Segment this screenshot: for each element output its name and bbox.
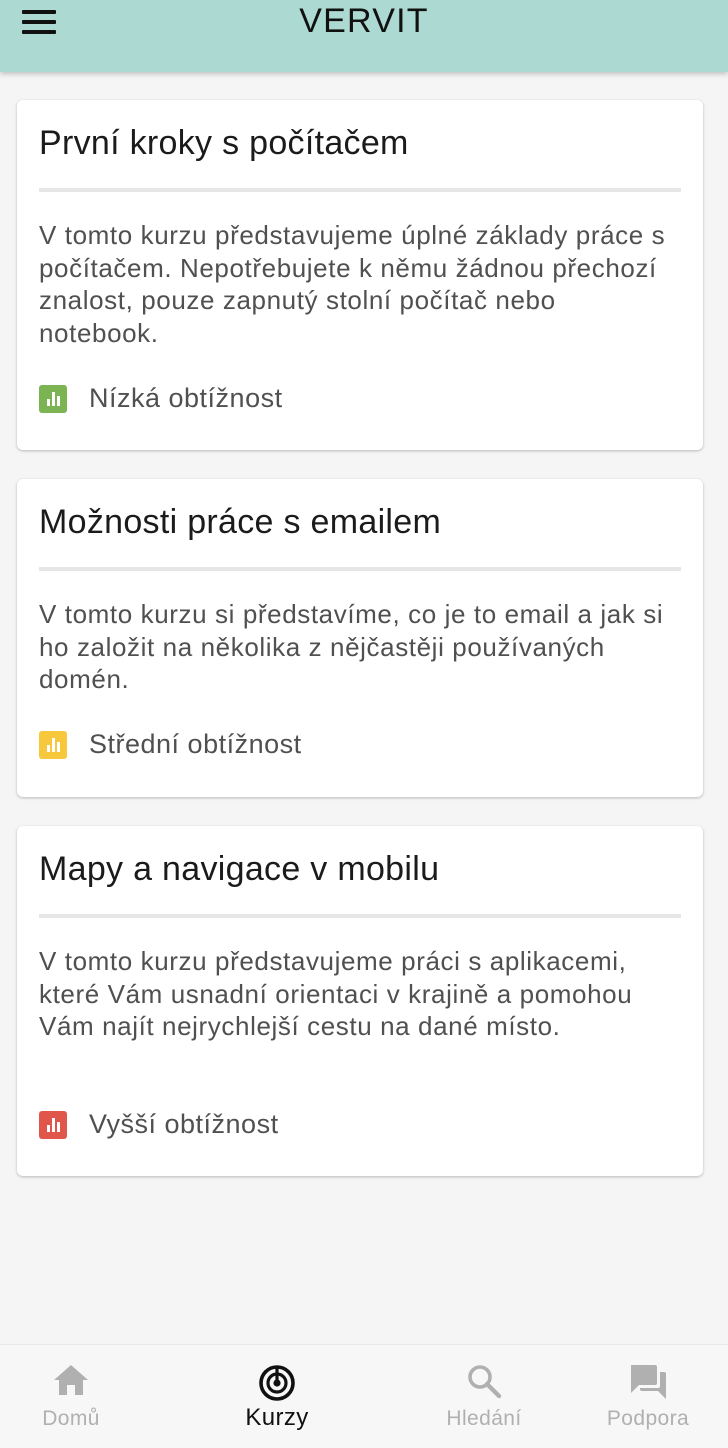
difficulty-label: Vyšší obtížnost [89, 1109, 279, 1139]
course-description: V tomto kurzu představujeme úplné základ… [39, 220, 666, 348]
courses-icon [259, 1365, 295, 1401]
course-title: První kroky s počítačem [39, 124, 409, 162]
course-title: Mapy a navigace v mobilu [39, 850, 440, 888]
search-icon [468, 1365, 502, 1399]
difficulty-bar-chart-icon [39, 384, 67, 413]
course-difficulty: Střední obtížnost [39, 729, 302, 760]
bottom-navigation: Domů Kurzy Hledání Podpora [0, 1344, 728, 1448]
course-difficulty: Nízká obtížnost [39, 383, 283, 414]
nav-label: Kurzy [245, 1404, 309, 1431]
difficulty-bar-chart-icon [39, 1110, 67, 1139]
course-card[interactable]: První kroky s počítačem V tomto kurzu př… [17, 100, 703, 450]
app-bar: VERVIT [0, 0, 728, 72]
nav-label: Domů [42, 1407, 100, 1430]
nav-item-courses[interactable]: Kurzy [206, 1345, 348, 1448]
difficulty-bar-chart-icon [39, 730, 67, 759]
course-title: Možnosti práce s emailem [39, 503, 442, 541]
nav-item-search[interactable]: Hledání [413, 1345, 555, 1448]
course-card[interactable]: Možnosti práce s emailem V tomto kurzu s… [17, 479, 703, 797]
app-title: VERVIT [299, 2, 429, 40]
card-divider [39, 567, 681, 571]
nav-label: Podpora [606, 1407, 690, 1430]
nav-item-home[interactable]: Domů [0, 1345, 142, 1448]
difficulty-label: Střední obtížnost [89, 729, 302, 759]
difficulty-label: Nízká obtížnost [89, 383, 283, 413]
course-card[interactable]: Mapy a navigace v mobilu V tomto kurzu p… [17, 826, 703, 1176]
home-icon [54, 1365, 88, 1395]
nav-item-support[interactable]: Podpora [577, 1345, 719, 1448]
card-divider [39, 188, 681, 192]
course-difficulty: Vyšší obtížnost [39, 1109, 279, 1140]
course-description: V tomto kurzu představujeme práci s apli… [39, 946, 633, 1041]
card-divider [39, 914, 681, 918]
course-description: V tomto kurzu si představíme, co je to e… [39, 599, 664, 694]
forum-icon [631, 1365, 666, 1399]
nav-label: Hledání [446, 1407, 522, 1430]
